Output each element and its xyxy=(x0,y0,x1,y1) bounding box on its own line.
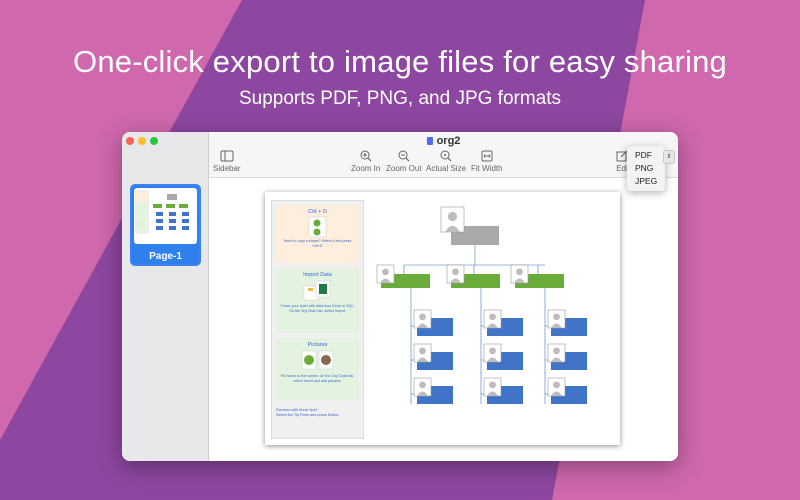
org-chart xyxy=(376,206,587,404)
minimize-window-button[interactable] xyxy=(138,137,146,145)
toolbar: org2 Sidebar Zoom In Zoom Out Actual Siz… xyxy=(209,132,678,178)
zoom-out-button[interactable]: Zoom Out xyxy=(386,150,422,173)
thumbnail-preview xyxy=(134,188,197,244)
avatar-head xyxy=(489,381,496,389)
page-label: Page-1 xyxy=(149,251,182,262)
export-png-option[interactable]: PNG xyxy=(627,162,665,175)
app-window: Page-1 org2 Sidebar Zoom In Zoom Out Act… xyxy=(122,132,678,461)
actual-size-label: Actual Size xyxy=(426,164,467,173)
avatar-head xyxy=(489,313,496,321)
fit-width-icon xyxy=(481,150,493,162)
zoom-in-icon xyxy=(360,150,372,162)
avatar-head xyxy=(553,347,560,355)
window-title: org2 xyxy=(209,135,678,147)
avatar-head xyxy=(452,268,459,276)
zoom-window-button[interactable] xyxy=(150,137,158,145)
avatar-head xyxy=(447,211,458,222)
avatar-head xyxy=(419,381,426,389)
avatar-head xyxy=(489,347,496,355)
fit-width-label: Fit Width xyxy=(471,164,503,173)
fit-width-button[interactable]: Fit Width xyxy=(471,150,503,173)
export-pdf-option[interactable]: PDF xyxy=(627,149,665,162)
avatar-head xyxy=(553,313,560,321)
zoom-in-button[interactable]: Zoom In xyxy=(351,150,380,173)
sidebar-toggle-button[interactable]: Sidebar xyxy=(213,150,241,173)
sidebar: Page-1 xyxy=(122,132,209,461)
document-name: org2 xyxy=(436,135,461,147)
zoom-in-label: Zoom In xyxy=(351,164,381,173)
subheadline: Supports PDF, PNG, and JPG formats xyxy=(238,88,562,109)
page-thumbnail[interactable]: Page-1 xyxy=(130,184,201,266)
actual-size-button[interactable]: Actual Size xyxy=(426,150,466,173)
document-page: Ctrl + D Need to copy a shape? Select it… xyxy=(265,192,620,445)
sidebar-label: Sidebar xyxy=(213,164,241,173)
avatar-head xyxy=(516,268,523,276)
export-format-menu: PDF PNG JPEG xyxy=(627,146,665,191)
zoom-out-icon xyxy=(398,150,410,162)
export-jpeg-option[interactable]: JPEG xyxy=(627,175,665,188)
avatar-head xyxy=(419,313,426,321)
avatar-head xyxy=(419,347,426,355)
zoom-out-label: Zoom Out xyxy=(386,164,422,173)
avatar-head xyxy=(553,381,560,389)
actual-size-icon xyxy=(440,150,452,162)
sidebar-icon xyxy=(220,150,234,162)
document-icon xyxy=(426,137,433,145)
close-window-button[interactable] xyxy=(126,137,134,145)
export-stepper[interactable]: ⇕ xyxy=(663,150,675,164)
avatar-head xyxy=(382,268,389,276)
document-canvas[interactable]: Ctrl + D Need to copy a shape? Select it… xyxy=(209,178,678,461)
headline: One-click export to image files for easy… xyxy=(73,44,727,79)
